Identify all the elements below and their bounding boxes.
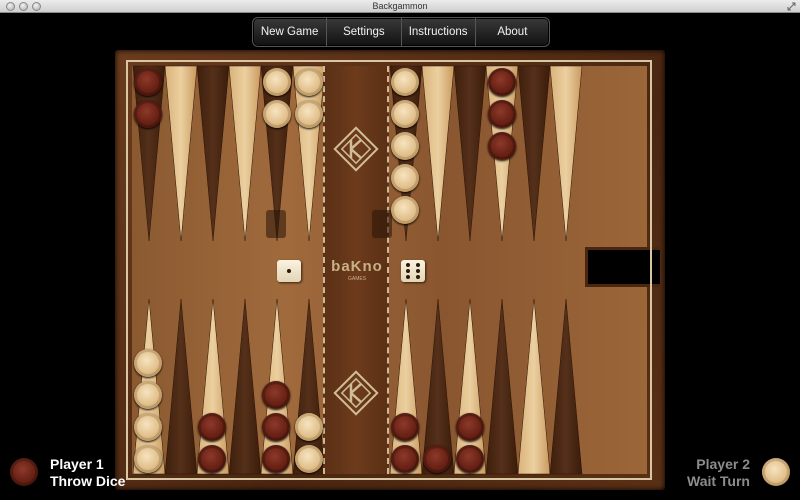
light-checker[interactable] (295, 100, 323, 128)
dark-checker[interactable] (262, 445, 290, 473)
dark-checker[interactable] (456, 445, 484, 473)
dark-checker[interactable] (488, 100, 516, 128)
player-1-status: Throw Dice (50, 473, 126, 489)
dark-checker[interactable] (262, 413, 290, 441)
light-checker[interactable] (263, 68, 291, 96)
light-checker[interactable] (263, 100, 291, 128)
checker-shadow (372, 210, 392, 238)
light-checker[interactable] (391, 196, 419, 224)
dark-checker[interactable] (134, 100, 162, 128)
dark-checker[interactable] (134, 68, 162, 96)
die-pip (416, 269, 420, 273)
player-2-status: Wait Turn (687, 473, 750, 489)
dark-checker[interactable] (391, 445, 419, 473)
light-checker[interactable] (134, 349, 162, 377)
player-1-token (10, 458, 38, 486)
die-1[interactable] (277, 260, 301, 282)
player-1-name: Player 1 (50, 456, 104, 472)
light-checker[interactable] (295, 413, 323, 441)
light-checker[interactable] (134, 413, 162, 441)
dark-checker[interactable] (262, 381, 290, 409)
dark-checker[interactable] (198, 445, 226, 473)
light-checker[interactable] (391, 164, 419, 192)
light-checker[interactable] (391, 100, 419, 128)
die-2[interactable] (401, 260, 425, 282)
die-pip (416, 263, 420, 267)
player-2-panel: Player 2 Wait Turn (687, 456, 750, 490)
light-checker[interactable] (295, 445, 323, 473)
player-1-panel: Player 1 Throw Dice (50, 456, 125, 490)
player-2-token (762, 458, 790, 486)
die-pip (406, 269, 410, 273)
dark-checker[interactable] (391, 413, 419, 441)
dark-checker[interactable] (488, 68, 516, 96)
light-checker[interactable] (134, 445, 162, 473)
die-pip (416, 275, 420, 279)
die-pip (406, 275, 410, 279)
dark-checker[interactable] (488, 132, 516, 160)
player-2-name: Player 2 (696, 456, 750, 472)
checker-shadow (266, 210, 286, 238)
light-checker[interactable] (391, 132, 419, 160)
light-checker[interactable] (134, 381, 162, 409)
die-pip (406, 263, 410, 267)
dark-checker[interactable] (423, 445, 451, 473)
die-pip (287, 269, 291, 273)
dark-checker[interactable] (198, 413, 226, 441)
dark-checker[interactable] (456, 413, 484, 441)
light-checker[interactable] (295, 68, 323, 96)
light-checker[interactable] (391, 68, 419, 96)
